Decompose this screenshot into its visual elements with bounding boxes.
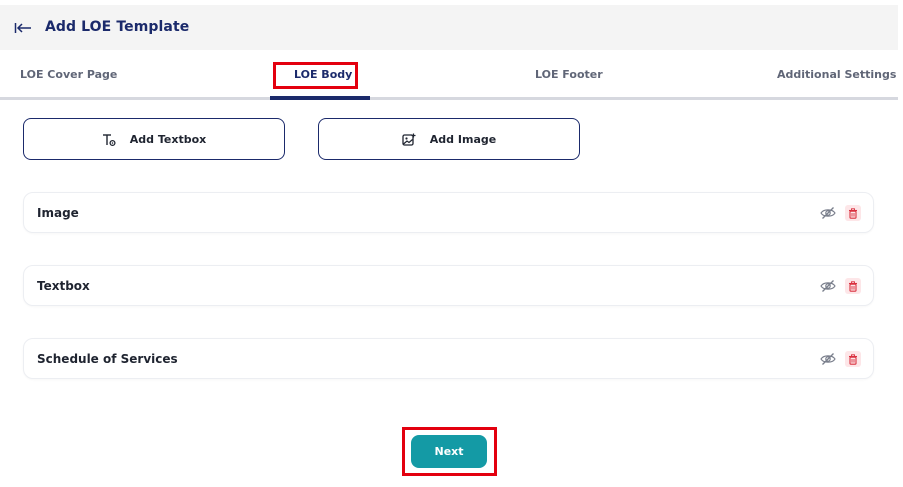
back-arrow-icon[interactable] bbox=[14, 20, 32, 34]
eye-off-icon[interactable] bbox=[820, 205, 836, 221]
section-label: Image bbox=[37, 206, 79, 220]
add-textbox-label: Add Textbox bbox=[129, 132, 207, 146]
text-format-icon bbox=[102, 132, 116, 147]
section-label: Schedule of Services bbox=[37, 352, 178, 366]
add-image-button[interactable]: Add Image bbox=[318, 118, 580, 160]
add-textbox-button[interactable]: Add Textbox bbox=[23, 118, 285, 160]
tab-additional-settings[interactable]: Additional Settings bbox=[777, 68, 896, 81]
tab-bar: LOE Cover Page LOE Body LOE Footer Addit… bbox=[0, 52, 898, 100]
trash-icon[interactable] bbox=[845, 205, 861, 221]
eye-off-icon[interactable] bbox=[820, 351, 836, 367]
page-title: Add LOE Template bbox=[45, 19, 190, 35]
page: Add LOE Template LOE Cover Page LOE Body… bbox=[0, 0, 903, 487]
trash-icon[interactable] bbox=[845, 278, 861, 294]
image-add-icon bbox=[402, 132, 416, 146]
next-button[interactable]: Next bbox=[411, 435, 487, 468]
section-row-textbox[interactable]: Textbox bbox=[23, 265, 874, 306]
page-header: Add LOE Template bbox=[0, 5, 898, 50]
tab-loe-body[interactable]: LOE Body bbox=[294, 68, 352, 81]
tab-loe-footer[interactable]: LOE Footer bbox=[535, 68, 603, 81]
section-label: Textbox bbox=[37, 279, 90, 293]
tab-loe-cover-page[interactable]: LOE Cover Page bbox=[20, 68, 117, 81]
add-image-label: Add Image bbox=[429, 132, 497, 146]
trash-icon[interactable] bbox=[845, 351, 861, 367]
tab-divider bbox=[0, 97, 898, 100]
eye-off-icon[interactable] bbox=[820, 278, 836, 294]
tab-active-indicator bbox=[270, 96, 370, 100]
section-row-schedule-of-services[interactable]: Schedule of Services bbox=[23, 338, 874, 379]
section-row-image[interactable]: Image bbox=[23, 192, 874, 233]
